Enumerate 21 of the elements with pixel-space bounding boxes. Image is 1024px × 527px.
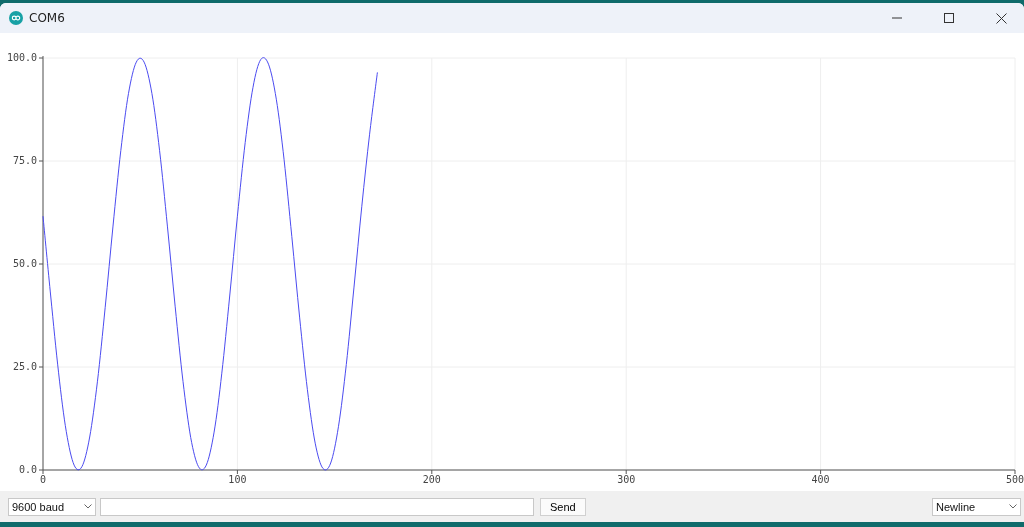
caret-icon [1009, 504, 1017, 509]
x-tick-label: 200 [422, 474, 441, 485]
baud-rate-dropdown[interactable]: 9600 baud [8, 497, 96, 516]
y-tick-label: 25.0 [12, 361, 37, 372]
window-title: COM6 [29, 11, 66, 25]
y-tick-label: 100.0 [6, 52, 37, 63]
y-tick-label: 75.0 [12, 155, 37, 166]
y-tick-label: 50.0 [12, 258, 37, 269]
send-button[interactable]: Send [540, 497, 586, 516]
x-tick-label: 300 [617, 474, 636, 485]
caret-icon [84, 504, 92, 509]
y-tick-label: 0.0 [18, 464, 37, 475]
close-icon [995, 12, 1007, 24]
line-ending-dropdown[interactable]: Newline [932, 497, 1021, 516]
x-tick-label: 0 [40, 474, 46, 485]
x-tick-label: 400 [811, 474, 830, 485]
app-logo-icon [9, 11, 23, 25]
message-input-field[interactable] [100, 497, 534, 516]
x-tick-label: 500 [1005, 474, 1024, 485]
x-tick-label: 100 [228, 474, 247, 485]
maximize-icon [944, 13, 954, 23]
